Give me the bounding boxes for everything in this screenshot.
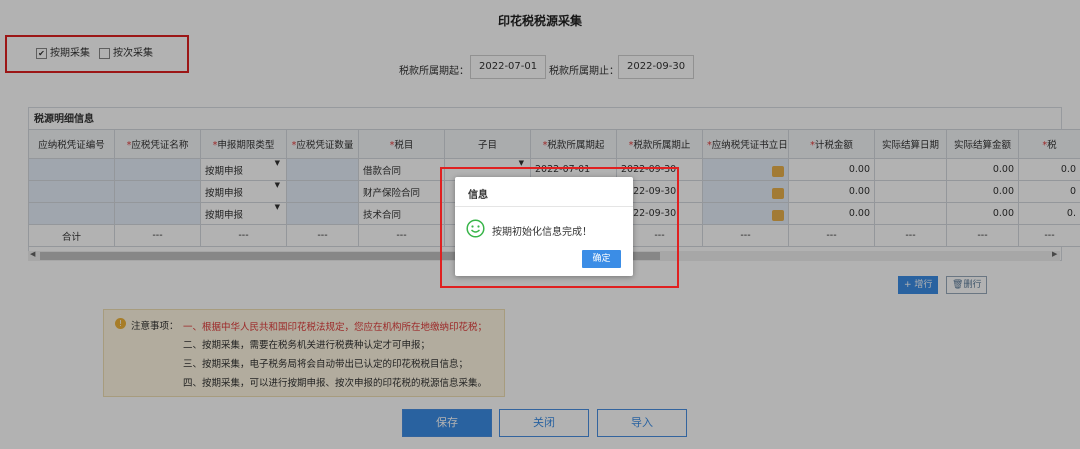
highlight-box-dialog [440, 167, 679, 288]
